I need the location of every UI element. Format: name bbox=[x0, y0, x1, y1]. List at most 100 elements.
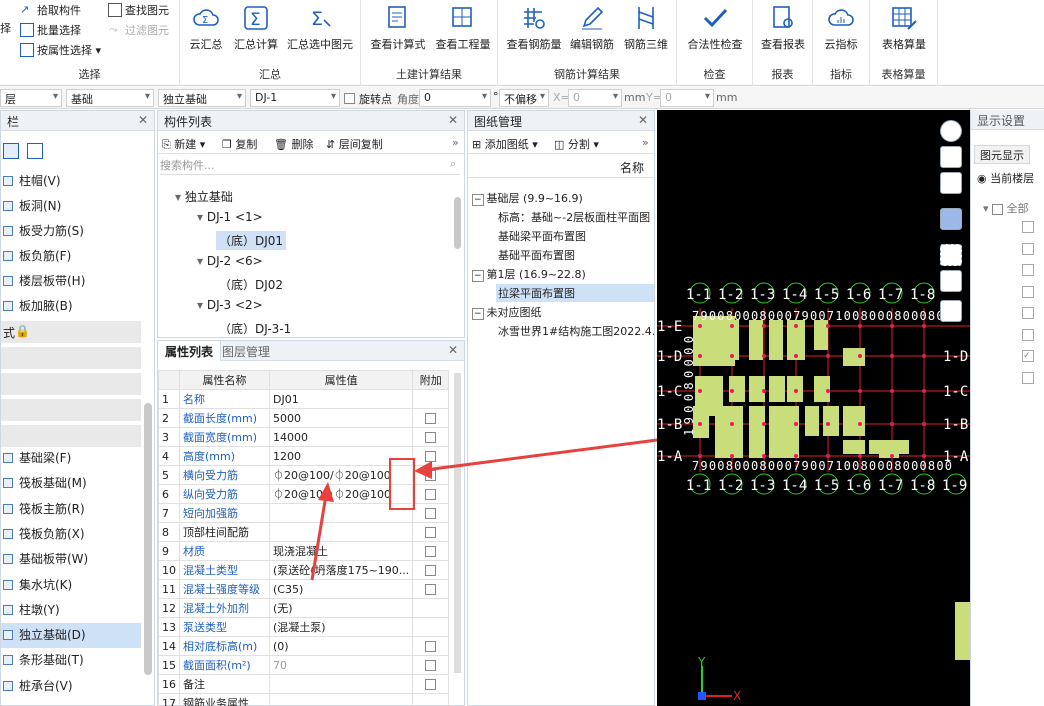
property-row[interactable]: 15 截面面积(m²) 70 bbox=[158, 655, 450, 675]
property-value[interactable]: 1200 bbox=[268, 446, 414, 466]
tab-property-list[interactable]: 属性列表 bbox=[158, 341, 222, 361]
target-icon[interactable] bbox=[940, 270, 962, 292]
property-value[interactable]: (泵送砼(坍落度175~190... bbox=[268, 560, 414, 580]
drawing-node[interactable]: 基础梁平面布置图 bbox=[496, 227, 654, 245]
expand-caret-icon[interactable]: ▾ bbox=[175, 190, 185, 204]
close-icon[interactable]: ✕ bbox=[448, 343, 458, 357]
property-value[interactable]: (0) bbox=[268, 636, 414, 656]
drawing-node[interactable]: − 第1层 (16.9~22.8) bbox=[470, 265, 654, 283]
nav-item[interactable]: 条形基础(T) bbox=[1, 648, 141, 673]
close-icon[interactable]: ✕ bbox=[138, 113, 148, 127]
attach-cell[interactable] bbox=[412, 617, 450, 637]
attach-cell[interactable] bbox=[412, 427, 450, 447]
find-element-button[interactable]: 查找图元 bbox=[108, 2, 169, 18]
nav-item[interactable]: 集水坑(K) bbox=[1, 573, 141, 598]
attach-checkbox[interactable] bbox=[425, 660, 437, 671]
tree-node[interactable]: ▾ DJ-3 <2> bbox=[194, 297, 266, 313]
edit-rebar-button[interactable]: 编辑钢筋 bbox=[566, 4, 618, 52]
tree-node[interactable]: ▾ DJ-1 <1> bbox=[194, 209, 266, 225]
property-value[interactable]: (无) bbox=[268, 598, 414, 618]
nav-item[interactable]: 筏板基础(M) bbox=[1, 471, 141, 496]
table-calc-button[interactable]: 表格算量 bbox=[876, 4, 932, 52]
view-formula-button[interactable]: 查看计算式 bbox=[367, 4, 429, 52]
split-button[interactable]: ◫ 分割 ▾ bbox=[554, 136, 599, 152]
attach-checkbox[interactable] bbox=[425, 679, 437, 690]
add-drawing-button[interactable]: ⊞ 添加图纸 ▾ bbox=[472, 136, 538, 152]
nav-section-header[interactable]: 式 🔒 bbox=[1, 321, 141, 343]
floor-copy-button[interactable]: ⇵ 层间复制 bbox=[326, 136, 383, 152]
component-scrollbar[interactable] bbox=[454, 197, 461, 249]
attach-checkbox[interactable] bbox=[425, 584, 437, 595]
display-checkbox[interactable] bbox=[1022, 264, 1034, 276]
property-row[interactable]: 9 材质 现浇混凝土 bbox=[158, 541, 450, 561]
property-row[interactable]: 3 截面宽度(mm) 14000 bbox=[158, 427, 450, 447]
display-checkbox[interactable] bbox=[1022, 242, 1034, 255]
property-value[interactable]: ⏀20@100/⏀20@100 bbox=[268, 465, 414, 485]
batch-select-button[interactable]: 批量选择 bbox=[20, 22, 81, 38]
x-input[interactable]: 0 bbox=[568, 89, 622, 107]
nav-item[interactable]: 基础梁(F) bbox=[1, 446, 141, 471]
nav-item[interactable]: 筏板主筋(R) bbox=[1, 497, 141, 522]
attach-cell[interactable] bbox=[412, 408, 450, 428]
collapse-box-icon[interactable]: − bbox=[472, 270, 484, 282]
property-value[interactable] bbox=[268, 674, 414, 694]
property-value[interactable]: (混凝土泵) bbox=[268, 617, 414, 637]
nav-item[interactable]: 板洞(N) bbox=[1, 194, 141, 219]
property-value[interactable]: 70 bbox=[268, 655, 414, 675]
cube-view-icon[interactable] bbox=[940, 172, 962, 194]
expand-caret-icon[interactable]: ▾ bbox=[197, 210, 207, 224]
expand-caret-icon[interactable]: ▾ bbox=[197, 298, 207, 312]
new-button[interactable]: ⎘ 新建 ▾ bbox=[162, 136, 205, 152]
attach-cell[interactable] bbox=[412, 636, 450, 656]
tree-node[interactable]: ▾ 独立基础 bbox=[172, 187, 236, 206]
nav-item[interactable]: 楼层板带(H) bbox=[1, 269, 141, 294]
y-input[interactable]: 0 bbox=[660, 89, 714, 107]
nav-item[interactable]: 桩承台(V) bbox=[1, 674, 141, 699]
cloud-index-button[interactable]: 云指标 bbox=[817, 4, 865, 52]
property-value[interactable] bbox=[268, 693, 414, 706]
attach-cell[interactable] bbox=[412, 598, 450, 618]
drawing-canvas[interactable]: 1-1 1-2 1-3 1-4 1-5 1-6 1-7 1-8 1-1 1-2 1-3 1-4 1-5 1… bbox=[657, 110, 970, 706]
nav-item[interactable]: 柱帽(V) bbox=[1, 169, 141, 194]
property-row[interactable]: 4 高度(mm) 1200 bbox=[158, 446, 450, 466]
list-view-icon[interactable] bbox=[3, 143, 19, 159]
view-quantity-button[interactable]: 查看工程量 bbox=[431, 4, 495, 52]
property-value[interactable]: 5000 bbox=[268, 408, 414, 428]
all-checkbox[interactable]: ▾ 全部 bbox=[983, 200, 1029, 216]
property-row[interactable]: 5 横向受力筋 ⏀20@100/⏀20@100 bbox=[158, 465, 450, 485]
nav-group-bar[interactable] bbox=[1, 347, 141, 369]
collapse-box-icon[interactable]: − bbox=[472, 194, 484, 206]
nav-item[interactable]: 独立基础(D) bbox=[1, 623, 141, 649]
nav-group-bar[interactable] bbox=[1, 399, 141, 421]
display-checkbox[interactable] bbox=[1022, 307, 1034, 319]
tab-layer-management[interactable]: 图层管理 bbox=[222, 343, 270, 360]
angle-input[interactable]: 0 bbox=[419, 89, 491, 107]
solid-cube-icon[interactable] bbox=[940, 208, 962, 230]
more-icon[interactable]: » bbox=[642, 136, 649, 149]
property-row[interactable]: 16 备注 bbox=[158, 674, 450, 694]
property-row[interactable]: 13 泵送类型 (混凝土泵) bbox=[158, 617, 450, 637]
view-rebar-button[interactable]: 查看钢筋量 bbox=[504, 4, 564, 52]
attach-cell[interactable] bbox=[412, 503, 450, 523]
close-icon[interactable]: ✕ bbox=[638, 113, 648, 127]
current-floor-radio[interactable]: ◉ 当前楼层 bbox=[977, 170, 1034, 186]
offset-dropdown[interactable]: 不偏移 bbox=[499, 89, 549, 107]
view-orbit-icon[interactable] bbox=[940, 120, 962, 142]
rotate-checkbox[interactable] bbox=[344, 91, 355, 105]
property-row[interactable]: 2 截面长度(mm) 5000 bbox=[158, 408, 450, 428]
attach-checkbox[interactable] bbox=[425, 527, 437, 538]
drawing-node[interactable]: 标高：基础~-2层板面柱平面图 bbox=[496, 208, 654, 226]
detail-view-icon[interactable] bbox=[27, 143, 43, 159]
summary-calc-button[interactable]: Σ 汇总计算 bbox=[232, 4, 280, 52]
property-row[interactable]: 17 钢筋业务属性 bbox=[158, 693, 450, 706]
select-by-attr-button[interactable]: 按属性选择 ▾ bbox=[20, 42, 101, 58]
nav-item[interactable]: 柱墩(Y) bbox=[1, 598, 141, 623]
attach-cell[interactable] bbox=[412, 541, 450, 561]
drawing-node[interactable]: 基础平面布置图 bbox=[496, 246, 654, 264]
tree-node[interactable]: （底）DJ02 bbox=[216, 275, 286, 294]
legality-check-button[interactable]: 合法性检查 bbox=[681, 4, 749, 52]
component-dropdown[interactable]: 独立基础 bbox=[158, 89, 246, 107]
attach-cell[interactable] bbox=[412, 465, 450, 485]
tab-element-display[interactable]: 图元显示 bbox=[974, 145, 1030, 164]
display-checkbox[interactable] bbox=[1022, 328, 1034, 341]
